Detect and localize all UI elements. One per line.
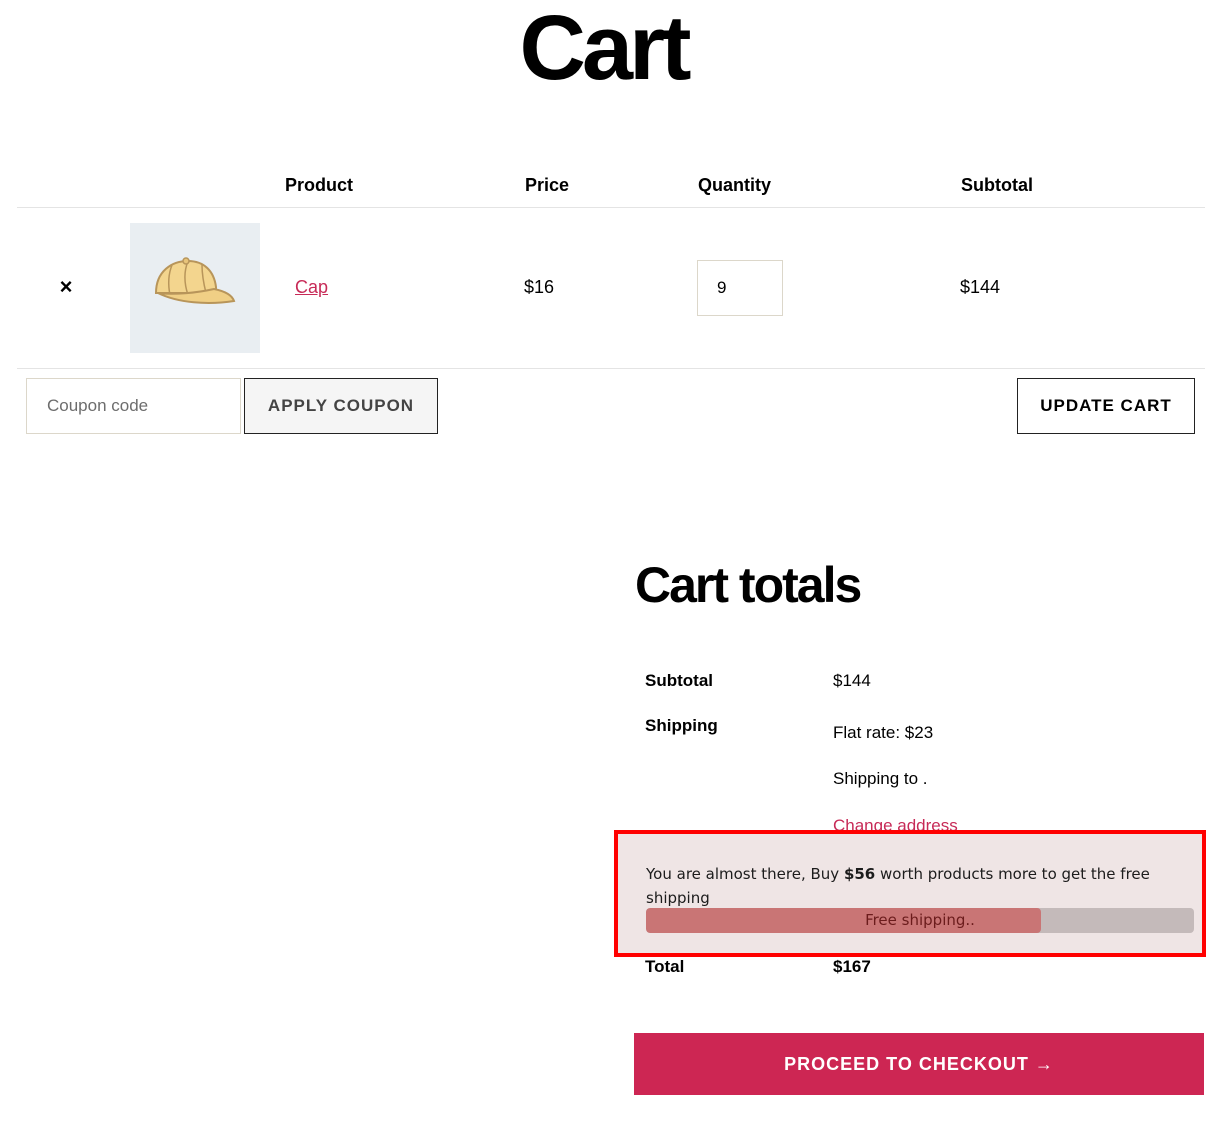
column-header-quantity: Quantity (698, 175, 772, 195)
total-label: Total (645, 957, 685, 976)
price-cell: $16 (524, 277, 555, 297)
header-divider (17, 207, 1205, 208)
shipping-label: Shipping (645, 716, 718, 735)
row-divider (17, 368, 1205, 369)
free-shipping-notice: You are almost there, Buy $56 worth prod… (614, 830, 1206, 957)
remove-item-button[interactable]: × (57, 274, 75, 300)
quantity-input[interactable] (697, 260, 783, 316)
subtotal-label: Subtotal (645, 671, 713, 690)
column-header-subtotal: Subtotal (961, 175, 1033, 195)
product-link[interactable]: Cap (295, 277, 328, 298)
column-header-product: Product (285, 175, 354, 195)
product-thumbnail[interactable] (130, 223, 260, 353)
update-cart-button[interactable]: UPDATE CART (1017, 378, 1195, 434)
proceed-to-checkout-button[interactable]: PROCEED TO CHECKOUT → (634, 1033, 1204, 1095)
coupon-code-input[interactable] (26, 378, 241, 434)
subtotal-value: $144 (833, 671, 871, 690)
shipping-destination: Shipping to . (833, 769, 928, 788)
free-shipping-message: You are almost there, Buy $56 worth prod… (646, 865, 1150, 907)
apply-coupon-button[interactable]: APPLY COUPON (244, 378, 438, 434)
free-shipping-progress-bar: Free shipping.. (646, 908, 1194, 933)
page-title: Cart (519, 0, 691, 99)
total-value: $167 (833, 957, 871, 976)
remaining-amount: $56 (843, 865, 876, 883)
cart-totals-title: Cart totals (635, 557, 862, 613)
cap-icon (154, 257, 236, 304)
progress-label: Free shipping.. (865, 911, 975, 929)
subtotal-cell: $144 (960, 277, 1001, 297)
column-header-price: Price (525, 175, 570, 195)
shipping-method: Flat rate: $23 (833, 723, 934, 742)
